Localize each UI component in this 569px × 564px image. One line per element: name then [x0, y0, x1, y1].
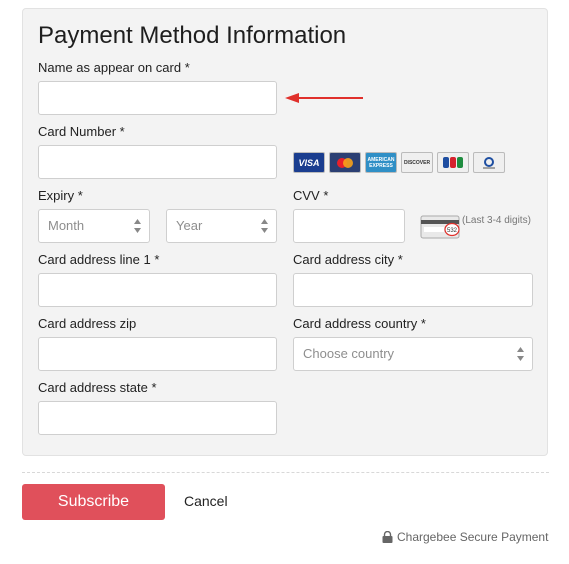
address-zip-label: Card address zip — [38, 316, 137, 331]
cvv-card-icon: 532 — [420, 215, 460, 239]
address-country-label: Card address country * — [293, 316, 426, 331]
card-brand-icons: VISA AMERICAN EXPRESS DISCOVER — [293, 152, 505, 173]
cancel-link[interactable]: Cancel — [184, 493, 228, 509]
mastercard-icon — [329, 152, 361, 173]
address-line1-input[interactable] — [38, 273, 277, 307]
visa-icon: VISA — [293, 152, 325, 173]
card-number-label: Card Number * — [38, 124, 125, 139]
address-city-label: Card address city * — [293, 252, 403, 267]
diners-club-icon — [473, 152, 505, 173]
secure-payment-label: Chargebee Secure Payment — [397, 530, 549, 544]
address-country-select[interactable]: Choose country — [293, 337, 533, 371]
secure-payment-note: Chargebee Secure Payment — [382, 530, 548, 544]
amex-icon: AMERICAN EXPRESS — [365, 152, 397, 173]
address-zip-input[interactable] — [38, 337, 277, 371]
cvv-input[interactable] — [293, 209, 405, 243]
month-placeholder: Month — [48, 218, 85, 233]
lock-icon — [382, 531, 393, 543]
name-on-card-input[interactable] — [38, 81, 277, 115]
address-city-input[interactable] — [293, 273, 533, 307]
address-state-input[interactable] — [38, 401, 277, 435]
subscribe-button[interactable]: Subscribe — [22, 484, 165, 520]
country-placeholder: Choose country — [303, 346, 395, 361]
card-number-input[interactable] — [38, 145, 277, 179]
arrow-annotation-icon — [285, 93, 363, 103]
discover-icon: DISCOVER — [401, 152, 433, 173]
section-divider — [22, 472, 549, 473]
expiry-month-select[interactable]: Month — [38, 209, 150, 243]
jcb-icon — [437, 152, 469, 173]
cvv-hint: (Last 3-4 digits) — [462, 215, 531, 226]
updown-arrows-icon — [134, 219, 141, 233]
updown-arrows-icon — [517, 347, 524, 361]
updown-arrows-icon — [261, 219, 268, 233]
cvv-label: CVV * — [293, 188, 329, 203]
year-placeholder: Year — [176, 218, 203, 233]
address-line1-label: Card address line 1 * — [38, 252, 160, 267]
name-on-card-label: Name as appear on card * — [38, 60, 190, 75]
form-title: Payment Method Information — [38, 22, 347, 49]
expiry-year-select[interactable]: Year — [166, 209, 277, 243]
expiry-label: Expiry * — [38, 188, 83, 203]
cvv-sample-digits: 532 — [447, 228, 458, 234]
address-state-label: Card address state * — [38, 380, 157, 395]
